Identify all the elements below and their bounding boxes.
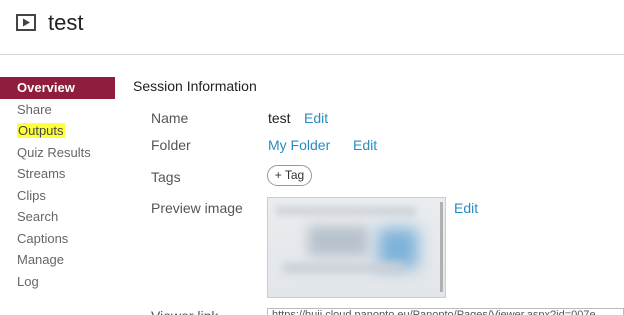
edit-folder-link[interactable]: Edit bbox=[353, 136, 377, 154]
sidebar-item-label: Outputs bbox=[17, 123, 65, 138]
viewer-link-label: Viewer link bbox=[151, 307, 218, 315]
folder-link[interactable]: My Folder bbox=[268, 136, 330, 154]
preview-image bbox=[267, 197, 446, 298]
preview-image-label: Preview image bbox=[151, 200, 243, 216]
sidebar-item-quiz-results[interactable]: Quiz Results bbox=[0, 142, 115, 164]
sidebar-item-search[interactable]: Search bbox=[0, 206, 115, 228]
header: test bbox=[0, 0, 624, 55]
sidebar-item-manage[interactable]: Manage bbox=[0, 249, 115, 271]
sidebar-item-outputs[interactable]: Outputs bbox=[0, 120, 115, 142]
viewer-link-field[interactable] bbox=[267, 308, 624, 315]
play-icon bbox=[16, 14, 36, 31]
name-value: test bbox=[268, 110, 291, 126]
sidebar-item-log[interactable]: Log bbox=[0, 271, 115, 293]
sidebar-item-captions[interactable]: Captions bbox=[0, 228, 115, 250]
sidebar: Overview Share Outputs Quiz Results Stre… bbox=[0, 77, 115, 292]
add-tag-button[interactable]: + Tag bbox=[267, 165, 312, 186]
edit-name-link[interactable]: Edit bbox=[304, 109, 328, 127]
section-title: Session Information bbox=[133, 78, 257, 94]
tags-label: Tags bbox=[151, 169, 181, 185]
page-title: test bbox=[48, 10, 84, 35]
sidebar-item-share[interactable]: Share bbox=[0, 99, 115, 121]
edit-preview-link[interactable]: Edit bbox=[454, 199, 478, 217]
sidebar-item-overview[interactable]: Overview bbox=[0, 77, 115, 99]
folder-label: Folder bbox=[151, 137, 191, 153]
sidebar-item-streams[interactable]: Streams bbox=[0, 163, 115, 185]
name-label: Name bbox=[151, 110, 189, 126]
sidebar-item-clips[interactable]: Clips bbox=[0, 185, 115, 207]
